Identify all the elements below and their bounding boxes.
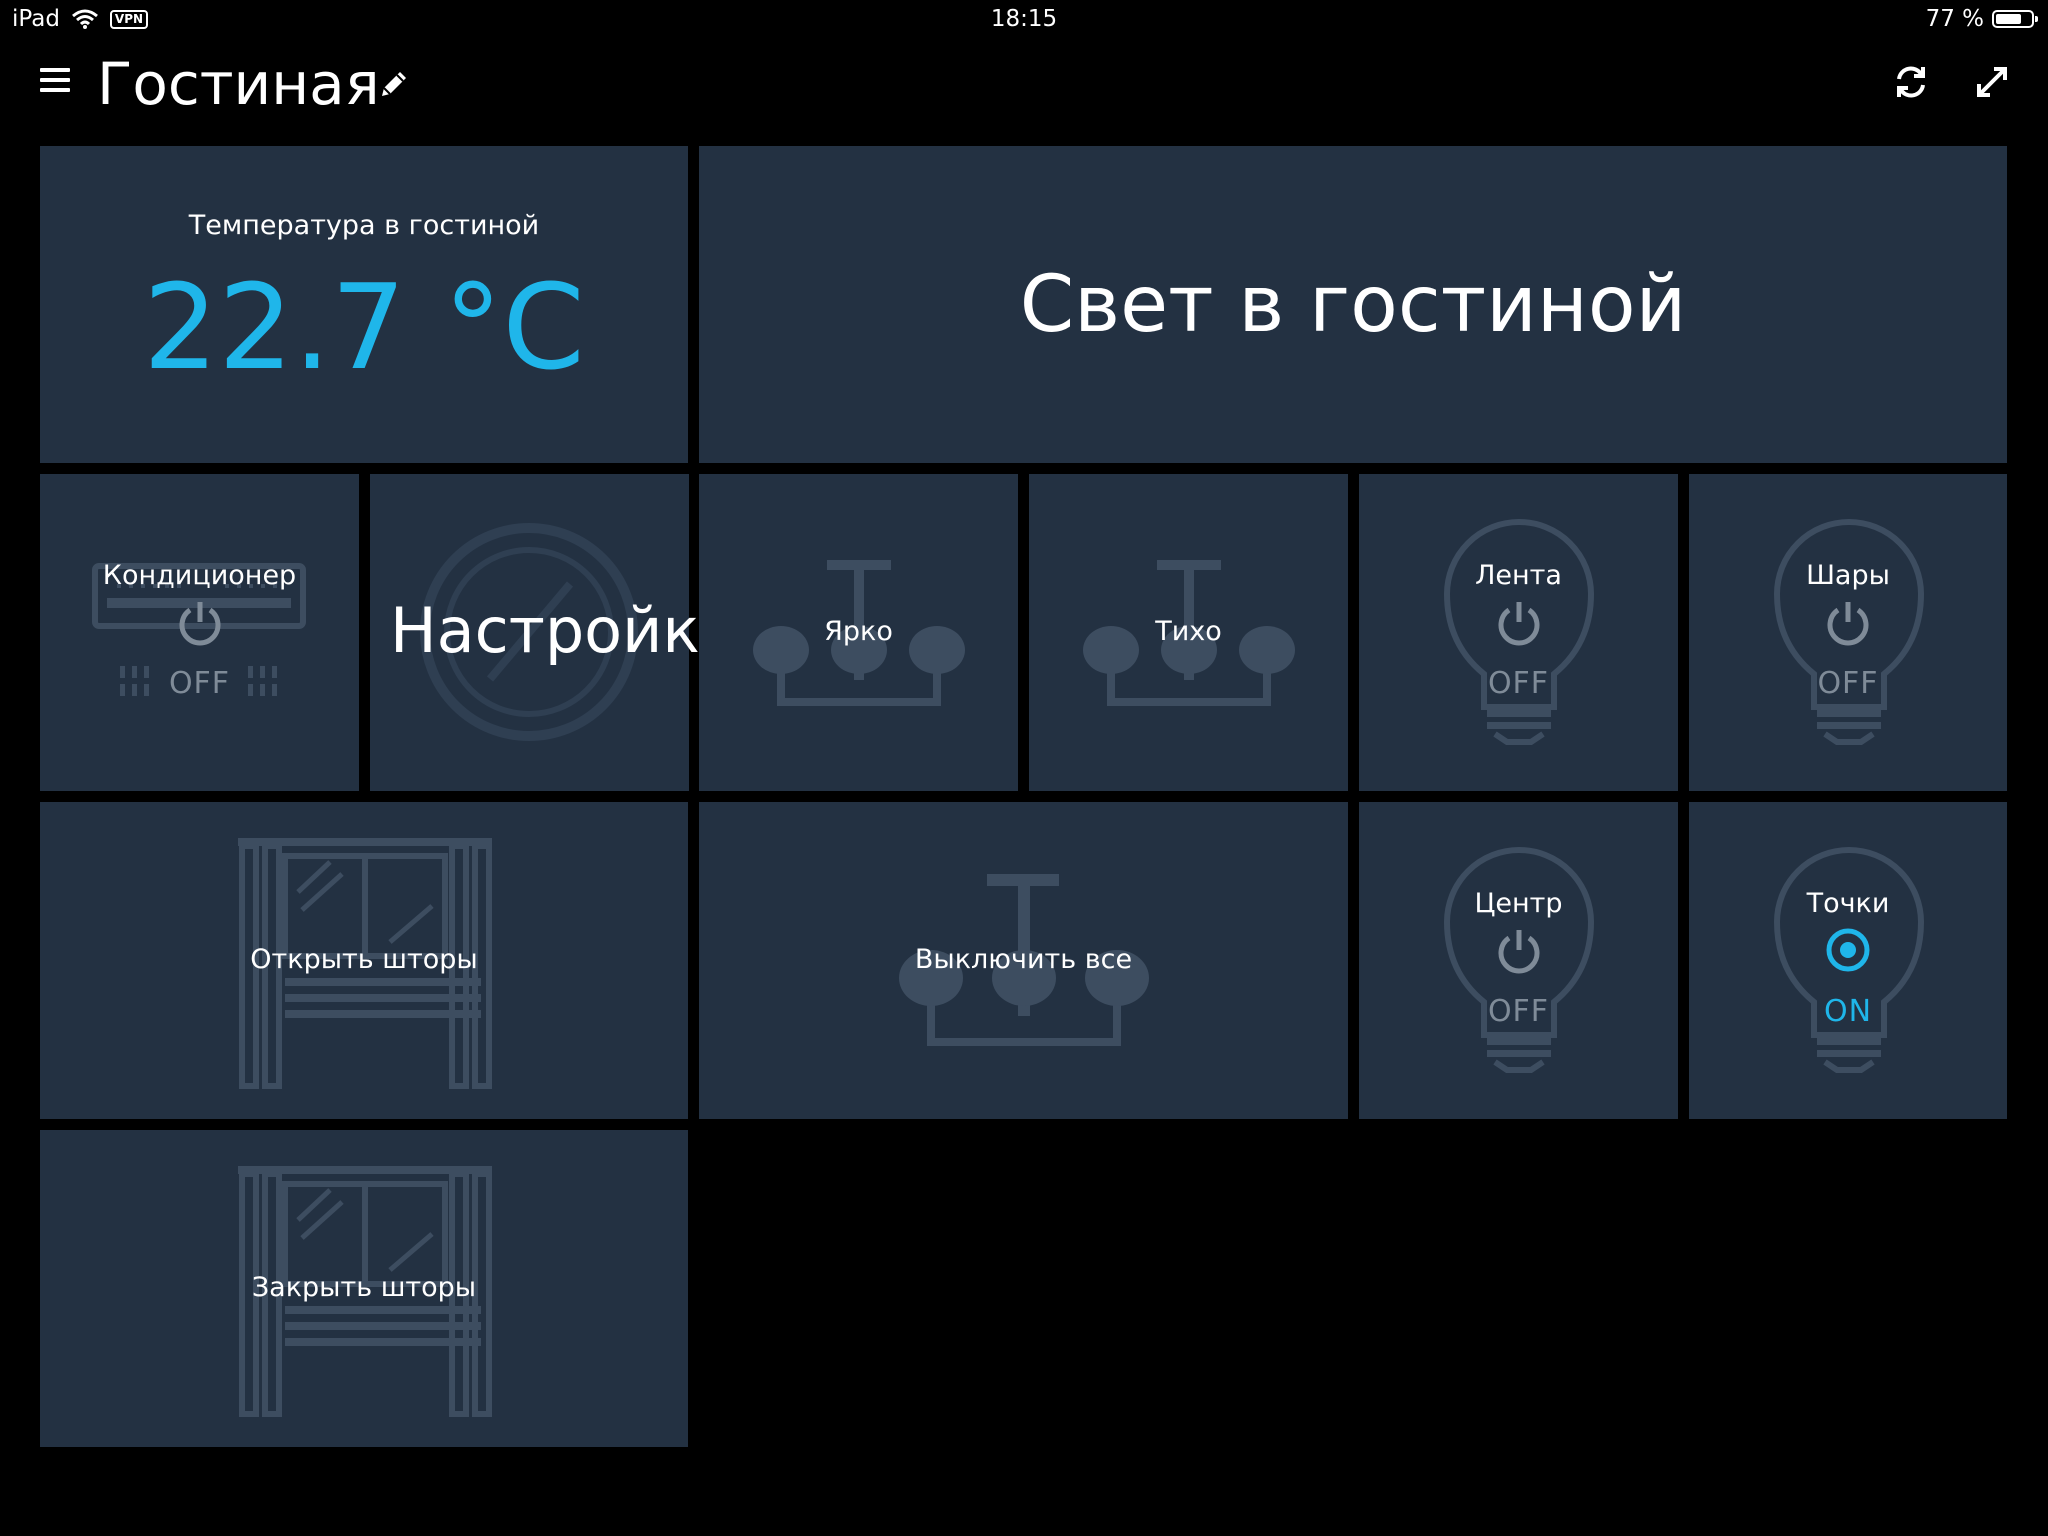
all-off-label: Выключить все (914, 944, 1133, 975)
quiet-label: Тихо (1155, 616, 1222, 647)
status-right: 77 % (1925, 6, 2038, 32)
menu-icon[interactable] (40, 68, 70, 94)
power-icon (179, 602, 221, 646)
settings-label: Настройки (390, 594, 741, 667)
spots-label: Точки (1806, 888, 1890, 919)
temperature-label: Температура в гостиной (188, 210, 540, 241)
ac-label: Кондиционер (102, 560, 297, 591)
strip-state: OFF (1487, 666, 1550, 701)
pencil-icon[interactable] (376, 66, 412, 102)
open-curtains-label: Открыть шторы (250, 944, 478, 975)
page-title: Гостиная (97, 50, 380, 118)
close-curtains-tile[interactable]: Закрыть шторы (40, 1130, 688, 1447)
ac-tile[interactable]: Кондиционер OFF (40, 474, 359, 791)
strip-label: Лента (1475, 560, 1562, 591)
all-off-tile[interactable]: Выключить все (699, 802, 1348, 1119)
open-curtains-tile[interactable]: Открыть шторы (40, 802, 688, 1119)
battery-percent: 77 % (1925, 6, 1984, 32)
power-icon (1498, 930, 1540, 974)
fullscreen-icon[interactable] (1972, 62, 2012, 102)
balls-tile[interactable]: Шары OFF (1689, 474, 2007, 791)
light-header-label: Свет в гостиной (1019, 260, 1687, 350)
bright-tile[interactable]: Ярко (699, 474, 1018, 791)
power-icon (1827, 602, 1869, 646)
center-tile[interactable]: Центр OFF (1359, 802, 1678, 1119)
power-icon (1498, 602, 1540, 646)
status-bar: iPad VPN 18:15 77 % (0, 0, 2048, 40)
center-label: Центр (1474, 888, 1563, 919)
temperature-value: 22.7 °C (143, 258, 585, 396)
temperature-tile[interactable]: Температура в гостиной 22.7 °C (40, 146, 688, 463)
light-header-tile[interactable]: Свет в гостиной (699, 146, 2007, 463)
status-time: 18:15 (990, 6, 1058, 32)
spots-state: ON (1823, 994, 1873, 1029)
quiet-tile[interactable]: Тихо (1029, 474, 1348, 791)
balls-label: Шары (1806, 560, 1890, 591)
settings-tile[interactable]: Настройки (370, 474, 740, 791)
ac-state: OFF (168, 666, 231, 701)
balls-state: OFF (1817, 666, 1879, 701)
app-header: Гостиная (0, 44, 2048, 124)
power-on-icon (1826, 928, 1870, 972)
close-curtains-label: Закрыть шторы (251, 1272, 477, 1303)
spots-tile[interactable]: Точки ON (1689, 802, 2007, 1119)
center-state: OFF (1487, 994, 1550, 1029)
bright-label: Ярко (824, 616, 893, 647)
refresh-icon[interactable] (1891, 62, 1931, 102)
battery-icon (1992, 10, 2038, 28)
strip-tile[interactable]: Лента OFF (1359, 474, 1678, 791)
